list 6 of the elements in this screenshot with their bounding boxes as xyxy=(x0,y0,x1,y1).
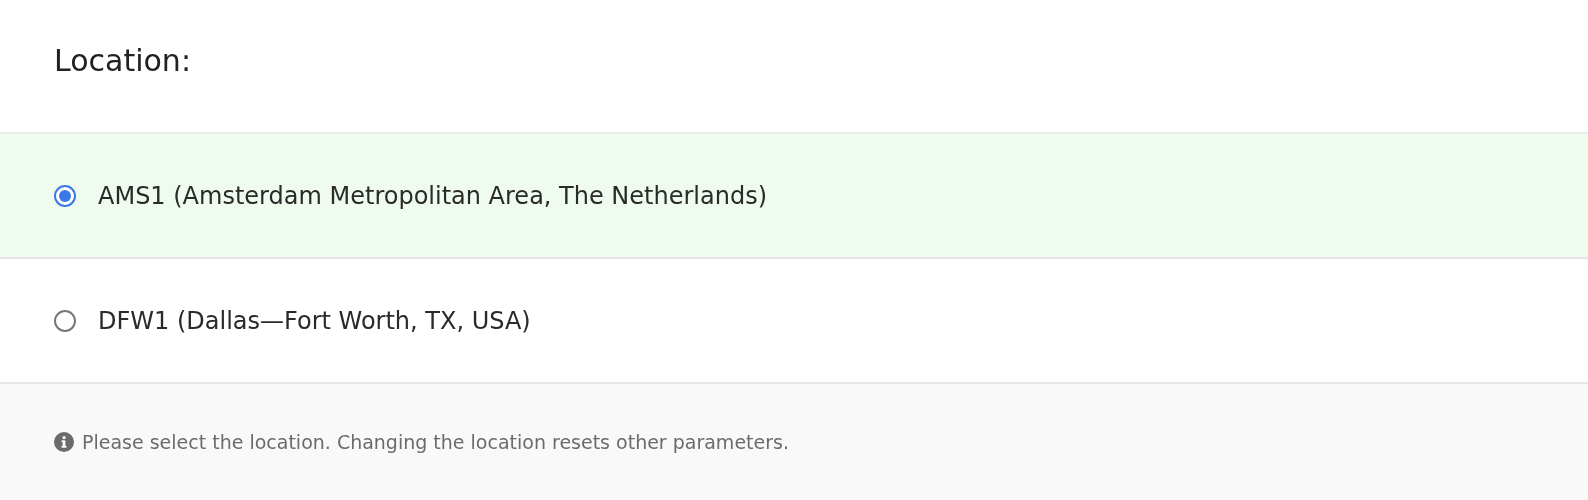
location-option[interactable]: AMS1 (Amsterdam Metropolitan Area, The Netherlands) xyxy=(0,134,1588,259)
radio-button[interactable] xyxy=(54,184,76,207)
radio-button[interactable] xyxy=(54,309,76,332)
hint-text: Please select the location. Changing the location resets other parameters. xyxy=(82,431,789,453)
section-title: Location: xyxy=(54,42,191,78)
info-icon xyxy=(54,432,74,452)
